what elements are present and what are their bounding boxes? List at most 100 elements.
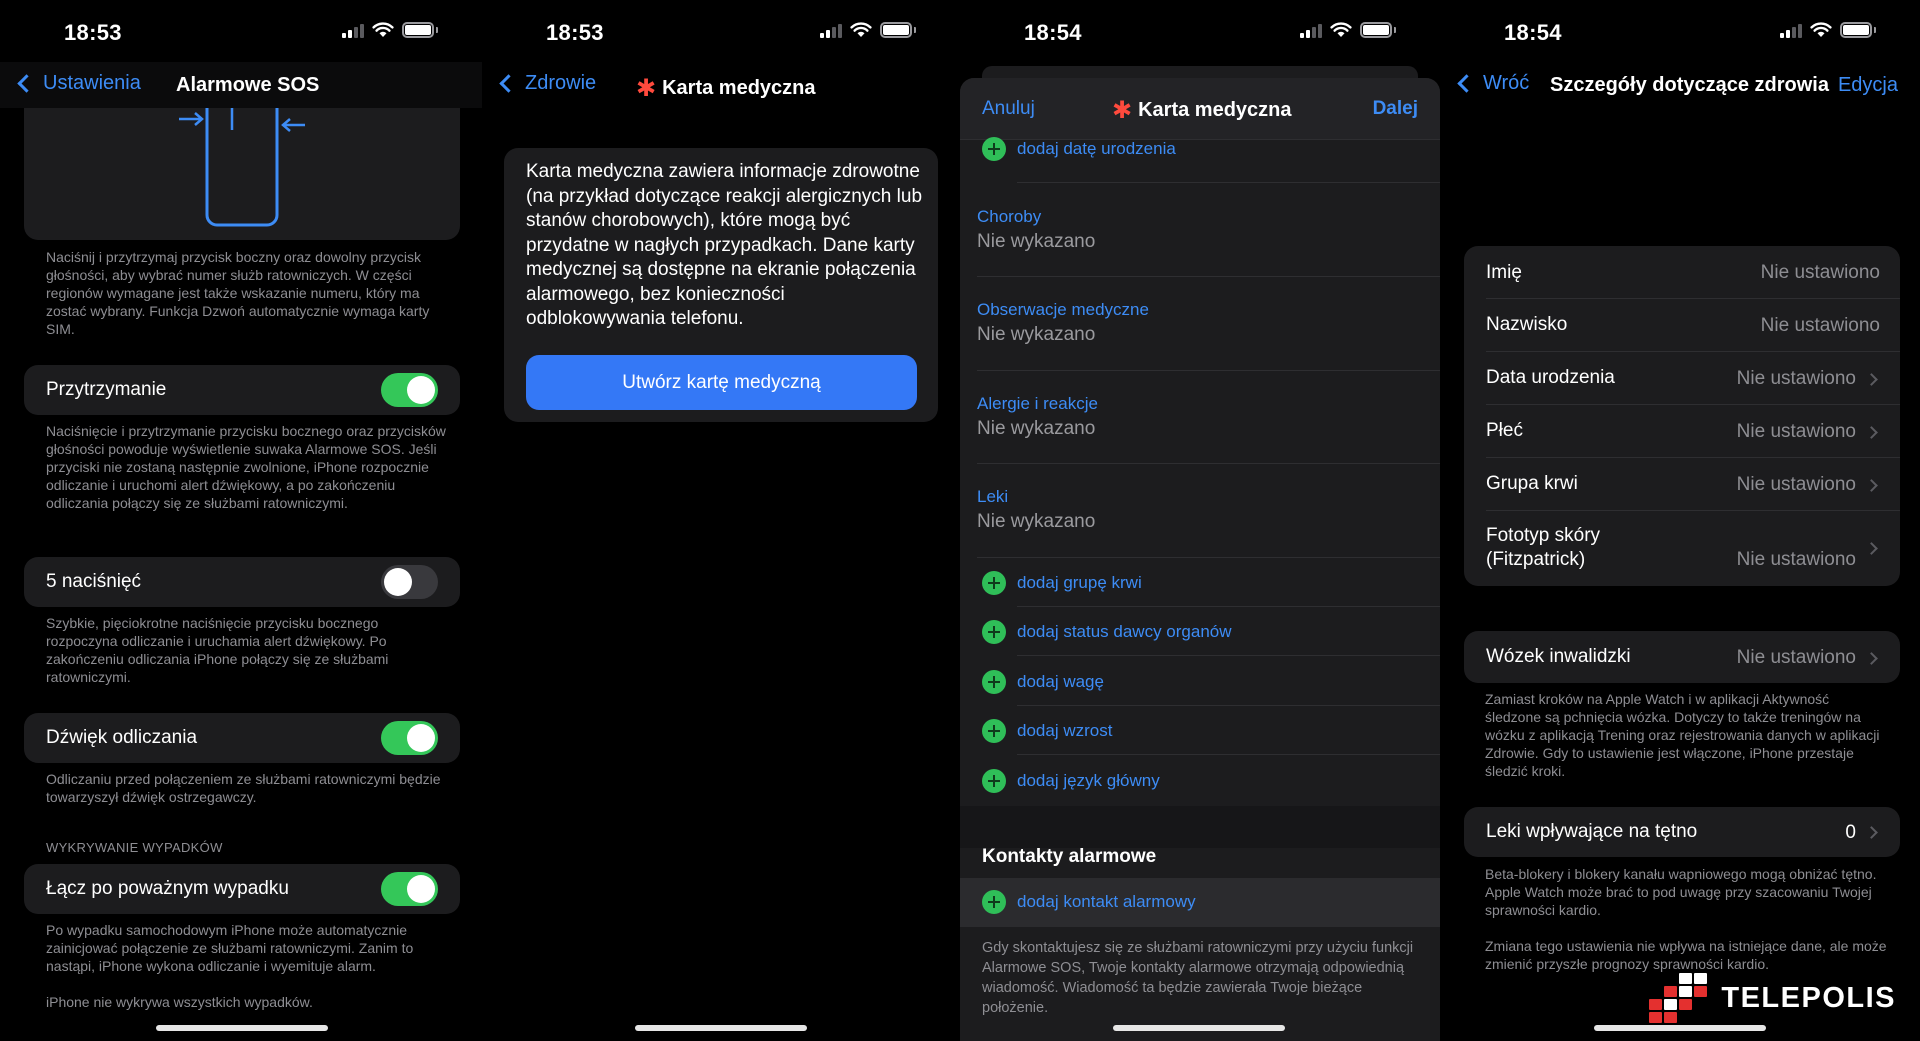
add-icon[interactable] [982, 620, 1006, 644]
chevron-left-icon [499, 74, 518, 93]
panel-health-details: 18:54 Wróć Szczegóły dotyczące zdrowia E… [1440, 0, 1920, 1041]
crash-call-label: Łącz po poważnym wypadku [46, 878, 289, 899]
hold-description: Naciśnięcie i przytrzymanie przycisku bo… [46, 423, 446, 511]
field-label-conditions: Choroby [977, 207, 1042, 226]
chevron-right-icon [1865, 542, 1878, 555]
detail-value: Nie ustawiono [1736, 474, 1856, 495]
add-organ-donor-button[interactable]: dodaj status dawcy organów [1017, 622, 1232, 642]
add-language-button[interactable]: dodaj język główny [1017, 771, 1160, 791]
back-button[interactable]: Ustawienia [14, 72, 141, 95]
wheelchair-label: Wózek inwalidzki [1486, 646, 1631, 667]
nav-bar: Wróć Szczegóły dotyczące zdrowia Edycja [1440, 62, 1920, 108]
battery-icon [880, 22, 912, 38]
home-indicator[interactable] [156, 1025, 328, 1031]
phone-buttons-illustration [179, 108, 305, 227]
hold-toggle[interactable] [381, 373, 438, 407]
status-time: 18:53 [546, 20, 604, 45]
add-birthdate-button[interactable]: dodaj datę urodzenia [1017, 139, 1176, 159]
detail-value: Nie ustawiono [1760, 262, 1880, 283]
wheelchair-value: Nie ustawiono [1736, 647, 1856, 668]
countdown-sound-toggle[interactable] [381, 721, 438, 755]
panel-medical-id-intro: 18:53 Zdrowie ✱ Karta medyczna Karta medy… [482, 0, 960, 1041]
back-label: Wróć [1483, 72, 1530, 94]
divider [1017, 754, 1440, 755]
chevron-right-icon [1865, 479, 1878, 492]
field-value-allergies[interactable]: Nie wykazano [977, 418, 1095, 440]
divider [1486, 510, 1900, 511]
detail-label: Fototyp skóry (Fitzpatrick) [1486, 525, 1601, 570]
divider [1017, 705, 1440, 706]
back-button[interactable]: Zdrowie [496, 72, 596, 95]
next-button[interactable]: Dalej [1373, 98, 1418, 120]
back-label: Ustawienia [43, 72, 141, 94]
add-emergency-contact-button[interactable]: dodaj kontakt alarmowy [1017, 892, 1196, 912]
cellular-signal-icon [1300, 23, 1322, 38]
add-icon[interactable] [982, 571, 1006, 595]
cancel-button[interactable]: Anuluj [982, 98, 1035, 120]
emergency-contacts-header: Kontakty alarmowe [982, 846, 1157, 867]
field-value-medications[interactable]: Nie wykazano [977, 511, 1095, 533]
status-bar: 18:53 [0, 0, 482, 62]
edit-button[interactable]: Edycja [1838, 74, 1898, 97]
chevron-right-icon [1865, 826, 1878, 839]
heart-rate-meds-label: Leki wpływające na tętno [1486, 821, 1698, 842]
hold-row: Przytrzymanie [24, 365, 460, 415]
detail-label: Data urodzenia [1486, 367, 1615, 388]
sos-intro-text: Naciśnij i przytrzymaj przycisk boczny o… [46, 249, 430, 337]
status-time: 18:54 [1024, 20, 1082, 45]
status-bar: 18:54 [1440, 0, 1920, 62]
status-time: 18:53 [64, 20, 122, 45]
crash-call-toggle[interactable] [381, 872, 438, 906]
detail-label: Nazwisko [1486, 314, 1568, 335]
back-button[interactable]: Wróć [1454, 72, 1529, 95]
countdown-sound-row: Dźwięk odliczania [24, 713, 460, 763]
health-details-card: Imię Nie ustawiono Nazwisko Nie ustawion… [1464, 246, 1900, 586]
cellular-signal-icon [342, 23, 364, 38]
status-icons [1780, 22, 1876, 38]
sheet-title-text: Karta medyczna [1138, 99, 1292, 121]
back-label: Zdrowie [525, 72, 597, 94]
detail-value: Nie ustawiono [1736, 549, 1856, 570]
nav-bar: Ustawienia Alarmowe SOS [0, 62, 482, 108]
create-medical-id-button[interactable]: Utwórz kartę medyczną [526, 355, 917, 410]
add-icon[interactable] [982, 769, 1006, 793]
heart-rate-meds-description: Beta-blokery i blokery kanału wapniowego… [1485, 866, 1877, 918]
field-value-conditions[interactable]: Nie wykazano [977, 231, 1095, 253]
five-presses-toggle[interactable] [381, 565, 438, 599]
battery-icon [1840, 22, 1872, 38]
divider [1017, 606, 1440, 607]
status-icons [342, 22, 438, 38]
medical-star-icon: ✱ [1112, 97, 1133, 124]
add-blood-type-button[interactable]: dodaj grupę krwi [1017, 573, 1142, 593]
home-indicator[interactable] [635, 1025, 807, 1031]
home-indicator[interactable] [1113, 1025, 1285, 1031]
page-title: Alarmowe SOS [176, 74, 320, 96]
add-weight-button[interactable]: dodaj wagę [1017, 672, 1104, 692]
chevron-right-icon [1865, 426, 1878, 439]
field-label-medications: Leki [977, 487, 1009, 506]
add-contact-row[interactable]: dodaj kontakt alarmowy [960, 878, 1440, 927]
divider [1486, 298, 1900, 299]
page-title-text: Karta medyczna [662, 77, 816, 99]
medical-id-sheet: Anuluj ✱ Karta medyczna Dalej dodaj datę … [960, 78, 1440, 1041]
home-indicator[interactable] [1594, 1025, 1766, 1031]
add-icon[interactable] [982, 670, 1006, 694]
telepolis-logo-text: TELEPOLIS [1721, 981, 1896, 1014]
status-bar: 18:54 [960, 0, 1440, 62]
heart-rate-meds-row[interactable]: Leki wpływające na tętno 0 [1464, 807, 1900, 857]
divider [1486, 351, 1900, 352]
chevron-right-icon [1865, 652, 1878, 665]
wheelchair-row[interactable]: Wózek inwalidzki Nie ustawiono [1464, 631, 1900, 683]
add-height-button[interactable]: dodaj wzrost [1017, 721, 1112, 741]
telepolis-watermark: TELEPOLIS [1649, 973, 1896, 1023]
chevron-left-icon [1457, 74, 1476, 93]
field-value-notes[interactable]: Nie wykazano [977, 324, 1095, 346]
add-icon[interactable] [982, 719, 1006, 743]
crash-call-row: Łącz po poważnym wypadku [24, 864, 460, 914]
add-icon[interactable] [982, 890, 1006, 914]
cellular-signal-icon [1780, 23, 1802, 38]
phone-illustration-card [24, 108, 460, 240]
heart-rate-meds-note: Zmiana tego ustawienia nie wpływa na ist… [1485, 938, 1887, 972]
wheelchair-description: Zamiast kroków na Apple Watch i w aplika… [1485, 691, 1880, 779]
add-icon[interactable] [982, 137, 1006, 161]
